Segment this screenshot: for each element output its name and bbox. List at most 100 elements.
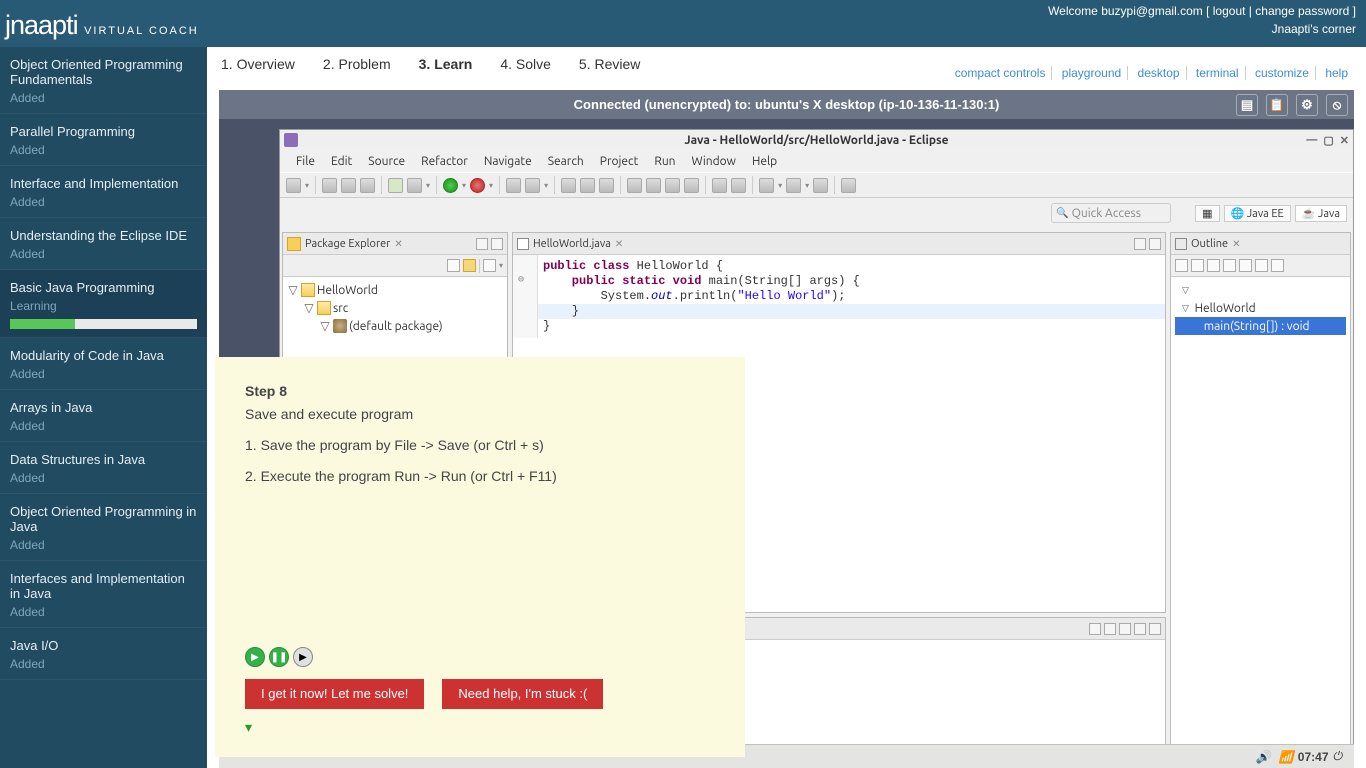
outline-tab[interactable]: Outline ✕	[1171, 233, 1350, 255]
package-explorer-tab[interactable]: Package Explorer ✕	[283, 233, 507, 255]
code-editor[interactable]: ⊖ public class HelloWorld { public stati…	[513, 255, 1165, 338]
minimize-icon[interactable]: —	[1306, 134, 1317, 147]
tab-learn[interactable]: 3. Learn	[405, 46, 487, 80]
menu-help[interactable]: Help	[744, 155, 785, 168]
open-perspective-button[interactable]: ▦	[1195, 205, 1219, 222]
vnc-clipboard-icon[interactable]: 📋	[1266, 94, 1288, 116]
search-icon[interactable]	[599, 178, 614, 193]
console-tool-3[interactable]	[1119, 623, 1131, 635]
step-play-button[interactable]: ▶	[245, 647, 265, 667]
last-edit-icon[interactable]	[813, 178, 828, 193]
maximize-icon[interactable]: ▢	[1323, 134, 1333, 147]
outline-sort-icon[interactable]	[1175, 259, 1188, 272]
vnc-windows-icon[interactable]: ▤	[1236, 94, 1258, 116]
fold-icon[interactable]: ⊖	[518, 273, 524, 288]
maximize-console-icon[interactable]	[1149, 623, 1161, 635]
tab-problem[interactable]: 2. Problem	[309, 46, 405, 80]
open-task-icon[interactable]	[580, 178, 595, 193]
power-icon[interactable]: ⏻	[1333, 749, 1343, 764]
minimize-view-icon[interactable]	[476, 238, 488, 250]
debug-icon[interactable]	[388, 178, 403, 193]
vnc-settings-icon[interactable]: ⚙	[1296, 94, 1318, 116]
vnc-disconnect-icon[interactable]: ⦸	[1326, 94, 1348, 116]
outline-hide-fields-icon[interactable]	[1191, 259, 1204, 272]
link-editor-icon[interactable]	[463, 259, 476, 272]
maximize-view-icon[interactable]	[491, 238, 503, 250]
sidebar-item[interactable]: Basic Java ProgrammingLearning	[0, 270, 207, 338]
annotation-prev-icon[interactable]	[712, 178, 727, 193]
collapse-tutorial-icon[interactable]: ▾	[245, 718, 252, 737]
sidebar-item[interactable]: Java I/OAdded	[0, 628, 207, 680]
sidebar-item[interactable]: Object Oriented Programming Fundamentals…	[0, 47, 207, 114]
menu-navigate[interactable]: Navigate	[476, 155, 540, 168]
playground-link[interactable]: playground	[1056, 66, 1128, 80]
change-password-link[interactable]: change password	[1255, 4, 1349, 18]
eclipse-titlebar[interactable]: Java - HelloWorld/src/HelloWorld.java - …	[280, 130, 1353, 150]
corner-link[interactable]: Jnaapti's corner	[1272, 22, 1356, 36]
new-class-icon[interactable]	[525, 178, 540, 193]
sidebar-item[interactable]: Interface and ImplementationAdded	[0, 166, 207, 218]
step-next-button[interactable]: ▶	[293, 647, 313, 667]
editor-tab[interactable]: HelloWorld.java ✕	[513, 233, 1165, 255]
save-icon[interactable]	[322, 178, 337, 193]
debug-dropdown-icon[interactable]	[407, 178, 422, 193]
course-sidebar[interactable]: Object Oriented Programming Fundamentals…	[0, 47, 207, 768]
customize-link[interactable]: customize	[1249, 66, 1316, 80]
close-icon[interactable]: ✕	[1340, 134, 1349, 147]
outline-link-row[interactable]: ▽	[1175, 281, 1346, 299]
terminal-link[interactable]: terminal	[1190, 66, 1246, 80]
sidebar-item[interactable]: Understanding the Eclipse IDEAdded	[0, 218, 207, 270]
close-view-icon[interactable]: ✕	[394, 238, 402, 250]
step-pause-button[interactable]: ❚❚	[269, 647, 289, 667]
outline-link-icon[interactable]	[1271, 259, 1284, 272]
got-it-button[interactable]: I get it now! Let me solve!	[245, 679, 424, 709]
sidebar-item[interactable]: Parallel ProgrammingAdded	[0, 114, 207, 166]
sidebar-item[interactable]: Arrays in JavaAdded	[0, 390, 207, 442]
outline-hide-local-icon[interactable]	[1239, 259, 1252, 272]
minimize-editor-icon[interactable]	[1134, 238, 1146, 250]
stop-icon[interactable]	[470, 178, 485, 193]
new-icon[interactable]	[286, 178, 301, 193]
back-icon[interactable]	[759, 178, 774, 193]
new-package-icon[interactable]	[506, 178, 521, 193]
outline-focus-icon[interactable]	[1255, 259, 1268, 272]
console-tool-2[interactable]	[1104, 623, 1116, 635]
sidebar-item[interactable]: Object Oriented Programming in JavaAdded	[0, 494, 207, 561]
menu-source[interactable]: Source	[360, 155, 413, 168]
menu-run[interactable]: Run	[646, 155, 683, 168]
menu-file[interactable]: File	[288, 155, 323, 168]
open-type-icon[interactable]	[561, 178, 576, 193]
toggle-mark-icon[interactable]	[646, 178, 661, 193]
menu-window[interactable]: Window	[684, 155, 744, 168]
clock[interactable]: 07:47	[1298, 750, 1329, 764]
print-icon[interactable]	[360, 178, 375, 193]
menu-edit[interactable]: Edit	[323, 155, 360, 168]
compact-controls-link[interactable]: compact controls	[949, 66, 1053, 80]
show-whitespace-icon[interactable]	[684, 178, 699, 193]
outline-method-row[interactable]: main(String[]) : void	[1175, 317, 1346, 335]
toggle-block-icon[interactable]	[665, 178, 680, 193]
toggle-breadcrumb-icon[interactable]	[627, 178, 642, 193]
collapse-all-icon[interactable]	[447, 259, 460, 272]
sidebar-item[interactable]: Data Structures in JavaAdded	[0, 442, 207, 494]
sidebar-item[interactable]: Modularity of Code in JavaAdded	[0, 338, 207, 390]
quick-access-input[interactable]: Quick Access	[1051, 203, 1171, 223]
menu-project[interactable]: Project	[592, 155, 647, 168]
perspective-javaee[interactable]: 🌐 Java EE	[1224, 205, 1291, 222]
outline-hide-static-icon[interactable]	[1207, 259, 1220, 272]
outline-class-row[interactable]: ▽ HelloWorld	[1175, 299, 1346, 317]
run-icon[interactable]	[443, 178, 458, 193]
tab-solve[interactable]: 4. Solve	[486, 46, 565, 80]
desktop-link[interactable]: desktop	[1132, 66, 1187, 80]
menu-search[interactable]: Search	[540, 155, 592, 168]
minimize-console-icon[interactable]	[1134, 623, 1146, 635]
console-tool-1[interactable]	[1089, 623, 1101, 635]
outline-hide-nonpublic-icon[interactable]	[1223, 259, 1236, 272]
wifi-icon[interactable]: 📶	[1279, 750, 1294, 764]
package-explorer-tree[interactable]: ▽HelloWorld ▽src ▽(default package)	[283, 277, 507, 339]
tab-review[interactable]: 5. Review	[565, 46, 654, 80]
volume-icon[interactable]: 🔊	[1256, 750, 1271, 764]
close-editor-icon[interactable]: ✕	[615, 238, 623, 250]
menu-refactor[interactable]: Refactor	[413, 155, 476, 168]
forward-icon[interactable]	[786, 178, 801, 193]
